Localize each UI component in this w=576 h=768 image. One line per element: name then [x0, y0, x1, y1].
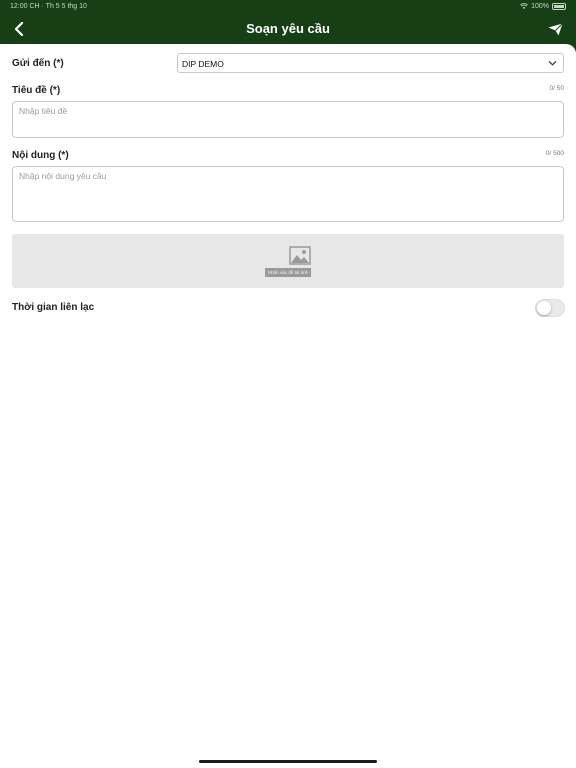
- subject-counter: 0/ 50: [549, 85, 564, 92]
- status-right-group: 100%: [520, 3, 566, 10]
- paper-plane-icon: [548, 22, 563, 35]
- image-upload-caption: Nhấn vào để tải ảnh: [265, 268, 311, 277]
- content-input[interactable]: Nhập nội dung yêu cầu: [12, 166, 564, 222]
- send-to-label: Gửi đến (*): [12, 58, 64, 69]
- status-bar: 12:00 CH · Th 5 5 thg 10 100%: [0, 0, 576, 14]
- battery-percent: 100%: [531, 3, 549, 10]
- form-sheet: [0, 44, 576, 768]
- image-icon: [289, 246, 311, 265]
- battery-icon: [552, 3, 566, 10]
- send-button[interactable]: [544, 18, 566, 40]
- home-indicator: [199, 760, 377, 763]
- send-to-value: DIP DEMO: [182, 59, 224, 69]
- content-counter: 0/ 500: [545, 150, 564, 157]
- send-to-select[interactable]: DIP DEMO: [177, 53, 564, 73]
- content-placeholder: Nhập nội dung yêu cầu: [19, 171, 107, 181]
- subject-label: Tiêu đề (*): [12, 85, 61, 96]
- status-time-date: 12:00 CH · Th 5 5 thg 10: [10, 3, 87, 10]
- wifi-icon: [520, 3, 529, 9]
- subject-placeholder: Nhập tiêu đề: [19, 106, 68, 116]
- page-title: Soạn yêu cầu: [246, 21, 330, 36]
- image-upload-area[interactable]: [12, 234, 564, 288]
- chevron-down-icon: [548, 61, 557, 66]
- content-label: Nội dung (*): [12, 150, 69, 161]
- subject-input[interactable]: Nhập tiêu đề: [12, 101, 564, 138]
- toggle-knob: [537, 301, 551, 315]
- contact-time-toggle[interactable]: [535, 299, 565, 317]
- contact-time-label: Thời gian liên lạc: [12, 302, 95, 313]
